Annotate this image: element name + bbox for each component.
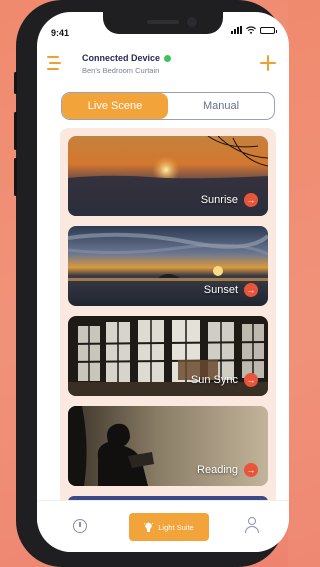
sunrise-image	[68, 136, 268, 216]
device-title: Connected Device	[82, 53, 172, 63]
arrow-right-icon[interactable]: →	[244, 373, 258, 387]
add-device-button[interactable]	[259, 54, 277, 72]
scene-label: Sun Sync	[190, 374, 238, 386]
sun-sync-image	[68, 316, 268, 396]
scene-list: Sunrise → Sunset → Sun Sync → Reading →	[60, 128, 276, 508]
tab-live-scene[interactable]: Live Scene	[62, 93, 168, 119]
app-header: Connected Device Ben's Bedroom Curtain	[37, 48, 289, 88]
arrow-right-icon[interactable]: →	[244, 283, 258, 297]
scene-card-reading[interactable]: Reading →	[68, 406, 268, 486]
volume-down-button	[14, 158, 17, 196]
scene-card-sun-sync[interactable]: Sun Sync →	[68, 316, 268, 396]
scene-label: Sunrise	[200, 194, 238, 206]
timer-icon[interactable]	[73, 519, 87, 533]
signal-icon	[231, 26, 242, 34]
scene-label: Reading	[197, 464, 238, 476]
scene-label: Sunset	[203, 284, 238, 296]
sunset-image	[68, 226, 268, 306]
device-subtitle: Ben's Bedroom Curtain	[82, 66, 160, 75]
arrow-right-icon[interactable]: →	[244, 193, 258, 207]
connection-status-dot	[164, 55, 172, 62]
battery-icon	[260, 26, 277, 34]
tab-bar: Light Suite	[37, 500, 289, 552]
speaker	[147, 20, 179, 24]
notch	[103, 12, 223, 34]
wifi-icon	[246, 26, 256, 34]
lightbulb-icon	[144, 521, 154, 532]
front-camera	[187, 17, 197, 27]
status-icons	[231, 26, 277, 34]
mode-toggle: Live Scene Manual	[61, 92, 275, 120]
reading-image	[68, 406, 268, 486]
phone-frame: 9:41 Connected Device Ben's Bedroom Curt…	[14, 0, 289, 567]
device-title-text: Connected Device	[82, 53, 161, 63]
profile-icon[interactable]	[245, 517, 259, 533]
tab-light-suite[interactable]: Light Suite	[129, 513, 209, 541]
tab-manual[interactable]: Manual	[168, 93, 274, 119]
status-time: 9:41	[51, 28, 70, 38]
tab-light-suite-label: Light Suite	[158, 522, 194, 532]
scene-card-sunset[interactable]: Sunset →	[68, 226, 268, 306]
scene-card-sunrise[interactable]: Sunrise →	[68, 136, 268, 216]
mute-switch	[14, 72, 17, 94]
volume-up-button	[14, 112, 17, 150]
app-screen: 9:41 Connected Device Ben's Bedroom Curt…	[37, 12, 289, 552]
arrow-right-icon[interactable]: →	[244, 463, 258, 477]
hamburger-menu-icon[interactable]	[47, 56, 63, 70]
